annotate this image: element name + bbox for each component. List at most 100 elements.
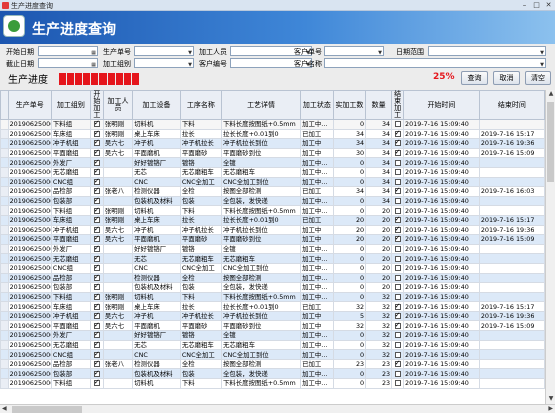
row-header-cell[interactable] — [0, 262, 9, 274]
row-header-cell[interactable] — [0, 214, 9, 226]
column-header[interactable]: 开始时间 — [403, 90, 480, 120]
scroll-down-icon[interactable]: ▼ — [546, 395, 555, 404]
scroll-thumb[interactable] — [547, 102, 554, 182]
checkbox[interactable] — [93, 159, 100, 166]
checkbox[interactable] — [394, 303, 401, 310]
checkbox[interactable] — [93, 197, 100, 205]
checkbox[interactable] — [394, 236, 401, 243]
table-row[interactable]: 20190625000CNC组CNCCNC全加工CNC全加工到位加工中...02… — [0, 262, 545, 274]
chevron-down-icon[interactable]: ▼ — [188, 49, 192, 57]
checkbox[interactable] — [394, 207, 401, 214]
checkbox[interactable] — [93, 341, 100, 348]
row-header-cell[interactable] — [0, 157, 9, 168]
checkbox[interactable] — [93, 322, 100, 329]
checkbox[interactable] — [93, 332, 100, 339]
row-header-cell[interactable] — [0, 186, 9, 197]
checkbox[interactable] — [93, 140, 100, 147]
cust-order-dropdown[interactable]: ▼ — [324, 46, 384, 56]
checkbox[interactable] — [93, 226, 100, 233]
table-row[interactable]: 20190625000无芯磨组无芯无芯磨粗车无芯磨粗车加工中...0342019… — [0, 166, 545, 178]
row-header-cell[interactable] — [0, 282, 9, 293]
table-row[interactable]: 20190625000冲子机组吴六七冲子机冲子机拉长冲子机拉长到位加工中532 2… — [0, 310, 545, 322]
table-row[interactable]: 20190625000无芯磨组无芯无芯磨粗车无芯磨粗车加工中...0322019… — [0, 339, 545, 351]
row-header-cell[interactable] — [0, 138, 9, 149]
table-row[interactable]: 20190625000包装部 包装机及材料包装全包装，发快递加工中...020 20… — [0, 282, 545, 293]
query-button[interactable]: 查询 — [461, 71, 488, 85]
checkbox[interactable] — [93, 370, 100, 377]
table-row[interactable]: 20190625000冲子机组吴六七冲子机冲子机拉长冲子机拉长到位加工中2020… — [0, 224, 545, 236]
table-row[interactable]: 20190625000平面磨组吴六七平面磨机平面磨砂平面磨砂到位加工中3034 2… — [0, 147, 545, 159]
checkbox[interactable] — [394, 159, 401, 166]
column-header[interactable]: 数量 — [365, 90, 393, 120]
column-header[interactable]: 实加工数 — [332, 90, 367, 120]
close-button[interactable]: ✕ — [544, 1, 553, 9]
chevron-down-icon[interactable]: ▼ — [378, 49, 382, 57]
calendar-icon[interactable]: ▦ — [91, 61, 96, 69]
checkbox[interactable] — [93, 130, 100, 137]
end-date-field[interactable]: ▦ — [38, 58, 98, 68]
column-header[interactable]: 加工状态 — [300, 90, 334, 120]
column-header[interactable]: 工艺详情 — [221, 90, 302, 120]
calendar-icon[interactable]: ▦ — [91, 49, 96, 57]
row-header-cell[interactable] — [0, 301, 9, 312]
chevron-down-icon[interactable]: ▼ — [188, 61, 192, 69]
row-header-cell[interactable] — [0, 253, 9, 264]
checkbox[interactable] — [394, 284, 401, 291]
checkbox[interactable] — [93, 168, 100, 176]
row-header-cell[interactable] — [0, 243, 9, 255]
checkbox[interactable] — [394, 140, 401, 147]
table-row[interactable]: 20190625000CNC组 CNCCNC全加工CNC全加工到位加工中...03… — [0, 176, 545, 188]
checkbox[interactable] — [93, 255, 100, 262]
table-row[interactable]: 20190625000下料组张明刚切料机下料下料长度按图纸+0.5mm加工中..… — [0, 205, 545, 216]
checkbox[interactable] — [93, 245, 100, 253]
checkbox[interactable] — [394, 246, 401, 253]
checkbox[interactable] — [93, 293, 100, 300]
row-header-cell[interactable] — [0, 176, 9, 188]
column-header[interactable]: 开始加工 — [89, 90, 104, 120]
row-header-cell[interactable] — [0, 128, 9, 140]
row-header-cell[interactable] — [0, 310, 9, 322]
checkbox[interactable] — [394, 322, 401, 329]
column-header[interactable]: 生产单号 — [7, 90, 52, 120]
checkbox[interactable] — [93, 207, 100, 214]
chevron-down-icon[interactable]: ▼ — [540, 61, 544, 69]
row-header-cell[interactable] — [0, 205, 9, 216]
table-row[interactable]: 20190625000下料组张明刚切料机下料下料长度按图纸+0.5mm加工中..… — [0, 291, 545, 303]
checkbox[interactable] — [93, 188, 100, 195]
cancel-button[interactable]: 取消 — [493, 71, 520, 85]
table-row[interactable]: 20190625000CNC组 CNCCNC全加工CNC全加工到位加工中...03… — [0, 349, 545, 360]
table-row[interactable]: 20190625000车床组张明刚桌上车床拉长拉长长度+0.01到0已加工202… — [0, 214, 545, 226]
checkbox[interactable] — [93, 274, 100, 281]
table-row[interactable]: 20190625000无芯磨组无芯无芯磨粗车无芯磨粗车加工中...0202019… — [0, 253, 545, 264]
row-header-cell[interactable] — [0, 349, 9, 360]
checkbox[interactable] — [394, 198, 401, 205]
row-header-cell[interactable] — [0, 195, 9, 207]
row-header-cell[interactable] — [0, 339, 9, 351]
row-header-cell[interactable] — [0, 224, 9, 236]
cust-name-dropdown[interactable]: ▼ — [324, 58, 546, 68]
checkbox[interactable] — [394, 149, 401, 157]
row-header-cell[interactable] — [0, 119, 9, 130]
column-header[interactable]: 结束加工 — [391, 90, 405, 120]
table-row[interactable]: 20190625000外发厂 好好镀铬厂镀铬全镀加工中...034 2019-7-1… — [0, 157, 545, 168]
table-row[interactable]: 20190625000品检部张老八检测仪器全检按图全部检测已加工34342019… — [0, 186, 545, 197]
checkbox[interactable] — [93, 149, 100, 157]
checkbox[interactable] — [394, 178, 401, 185]
scroll-thumb[interactable] — [12, 406, 82, 413]
scroll-right-icon[interactable]: ▶ — [548, 405, 553, 412]
table-row[interactable]: 20190625000包装部 包装机及材料包装全包装，发快递加工中...034 20… — [0, 195, 545, 207]
horizontal-scrollbar[interactable]: ◀ ▶ — [0, 404, 555, 413]
checkbox[interactable] — [394, 293, 401, 300]
checkbox[interactable] — [394, 226, 401, 233]
start-date-field[interactable]: ▦ — [38, 46, 98, 56]
minimize-button[interactable]: – — [520, 1, 529, 9]
table-row[interactable]: 20190625000车床组张明刚桌上车床拉长拉长长度+0.01到0已加工323… — [0, 301, 545, 312]
checkbox[interactable] — [93, 351, 100, 358]
checkbox[interactable] — [394, 130, 401, 137]
checkbox[interactable] — [93, 379, 100, 387]
row-header-cell[interactable] — [0, 320, 9, 332]
table-row[interactable]: 20190625000冲子机组吴六七冲子机冲子机拉长冲子机拉长到位加工中3434… — [0, 138, 545, 149]
group-dropdown[interactable]: ▼ — [134, 58, 194, 68]
row-header-cell[interactable] — [0, 330, 9, 341]
checkbox[interactable] — [394, 255, 401, 262]
